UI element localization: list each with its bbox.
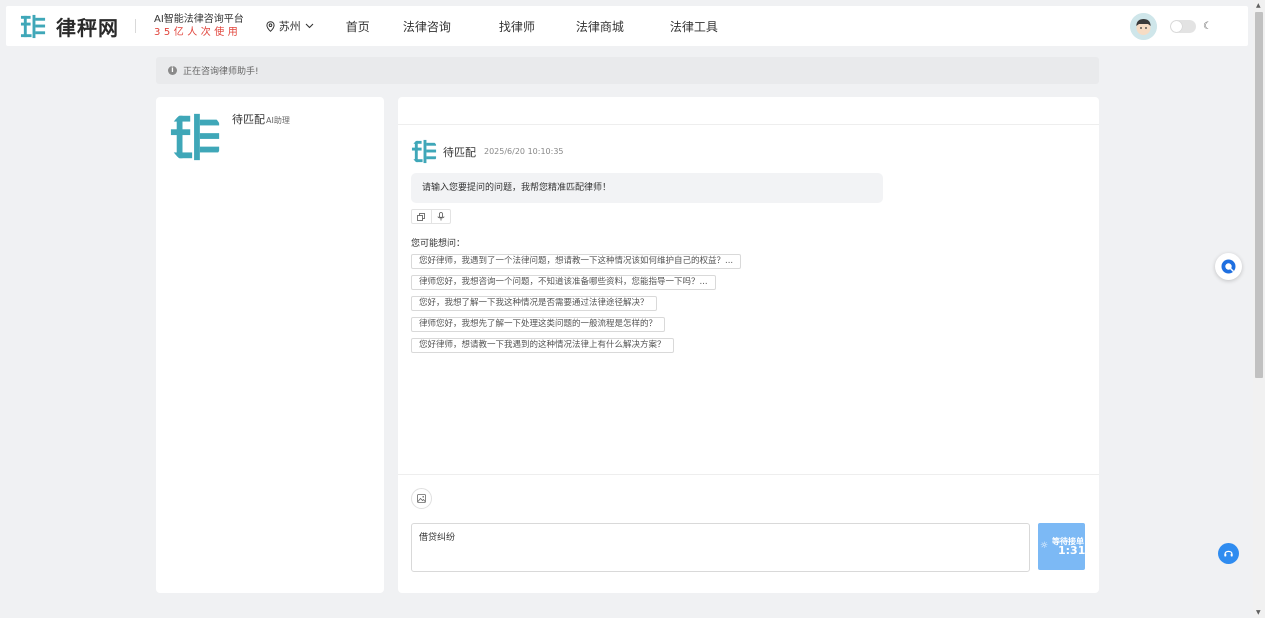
info-icon: i	[168, 66, 177, 75]
copy-button[interactable]	[412, 210, 431, 223]
city-label: 苏州	[278, 20, 301, 33]
chevron-down-icon	[305, 23, 314, 29]
nav-item-home[interactable]: 首页	[346, 18, 370, 35]
slogan-line1: AI智能法律咨询平台	[154, 14, 244, 25]
main-nav: 首页 法律咨询 找律师 法律商城 法律工具	[346, 18, 718, 35]
suggestion-item[interactable]: 您好律师，我遇到了一个法律问题，想请教一下这种情况该如何维护自己的权益？...	[411, 254, 742, 269]
city-selector[interactable]: 苏州	[266, 18, 318, 34]
message-bubble: 请输入您要提问的问题，我帮您精准匹配律师！	[411, 173, 883, 203]
slogan-line2: 35亿人次使用	[154, 27, 242, 38]
assistant-panel: 待匹配AI助理	[156, 97, 384, 593]
slogan: AI智能法律咨询平台 35亿人次使用	[154, 13, 244, 39]
logo-mark-icon	[20, 14, 46, 38]
input-divider	[398, 474, 1099, 475]
message-avatar-logo-icon	[411, 139, 437, 164]
chat-bubble-icon	[1221, 259, 1236, 274]
notice-text: 正在咨询律师助手!	[183, 67, 259, 77]
top-header: 律秤网 AI智能法律咨询平台 35亿人次使用 苏州 首页 法律咨询 找律师 法律…	[6, 6, 1248, 46]
assistant-tag: AI助理	[266, 116, 290, 125]
nav-item-legal-consult[interactable]: 法律咨询	[403, 18, 451, 35]
nav-item-legal-tools[interactable]: 法律工具	[670, 18, 718, 35]
nav-item-legal-mall[interactable]: 法律商城	[576, 18, 624, 35]
customer-service-button[interactable]	[1218, 543, 1239, 564]
suggestion-item[interactable]: 您好律师，想请教一下我遇到的这种情况法律上有什么解决方案？	[411, 338, 674, 353]
countdown: 1:31	[1058, 544, 1085, 557]
brand-name: 律秤网	[56, 15, 119, 40]
message-header: 待匹配 2025/6/20 10:10:35	[411, 138, 564, 165]
scroll-up-arrow[interactable]: ▲	[1256, 2, 1261, 9]
consult-notice: i 正在咨询律师助手!	[156, 57, 1099, 84]
upload-image-button[interactable]	[411, 488, 432, 509]
header-divider	[135, 19, 136, 33]
message-avatar	[411, 138, 438, 165]
assistant-name-row: 待匹配AI助理	[232, 111, 290, 127]
suggestion-item[interactable]: 您好，我想了解一下我这种情况是否需要通过法律途径解决？	[411, 296, 657, 311]
message-time: 2025/6/20 10:10:35	[484, 147, 564, 156]
assistant-avatar	[169, 110, 223, 164]
question-input[interactable]: 借贷纠纷	[411, 523, 1030, 572]
scroll-thumb[interactable]	[1255, 12, 1263, 378]
suggestion-item[interactable]: 律师您好，我想咨询一个问题，不知道该准备哪些资料，您能指导一下吗？...	[411, 275, 716, 290]
moon-icon: ☾	[1203, 21, 1212, 32]
user-avatar[interactable]	[1130, 13, 1158, 40]
headset-icon	[1224, 550, 1233, 557]
floating-chat-button[interactable]	[1215, 253, 1242, 280]
avatar-face-icon	[1130, 13, 1158, 40]
voice-button[interactable]	[430, 210, 451, 223]
waiting-order-button[interactable]: ☼ 等待接单 1:31	[1038, 523, 1085, 570]
chat-panel: 待匹配 2025/6/20 10:10:35 请输入您要提问的问题，我帮您精准匹…	[398, 97, 1099, 593]
chat-top-divider	[398, 124, 1099, 125]
suggestion-list: 您好律师，我遇到了一个法律问题，想请教一下这种情况该如何维护自己的权益？... …	[411, 254, 742, 359]
nav-item-find-lawyer[interactable]: 找律师	[499, 18, 535, 35]
microphone-icon	[437, 212, 445, 221]
dark-mode-toggle[interactable]	[1170, 20, 1197, 33]
message-tools	[411, 209, 451, 224]
loading-icon: ☼	[1040, 541, 1049, 551]
logo[interactable]: 律秤网	[20, 12, 119, 41]
message-sender: 待匹配	[443, 145, 476, 159]
suggestion-item[interactable]: 律师您好，我想先了解一下处理这类问题的一般流程是怎样的？	[411, 317, 666, 332]
suggestions-title: 您可能想问：	[411, 239, 466, 249]
location-icon	[266, 20, 275, 32]
image-icon	[417, 494, 426, 503]
copy-icon	[417, 212, 426, 221]
scroll-down-arrow[interactable]: ▼	[1256, 609, 1261, 616]
assistant-name: 待匹配	[232, 113, 265, 126]
assistant-logo-icon	[170, 113, 220, 161]
page-scrollbar[interactable]: ▲ ▼	[1253, 0, 1265, 618]
header-right: ☾	[1130, 13, 1212, 40]
